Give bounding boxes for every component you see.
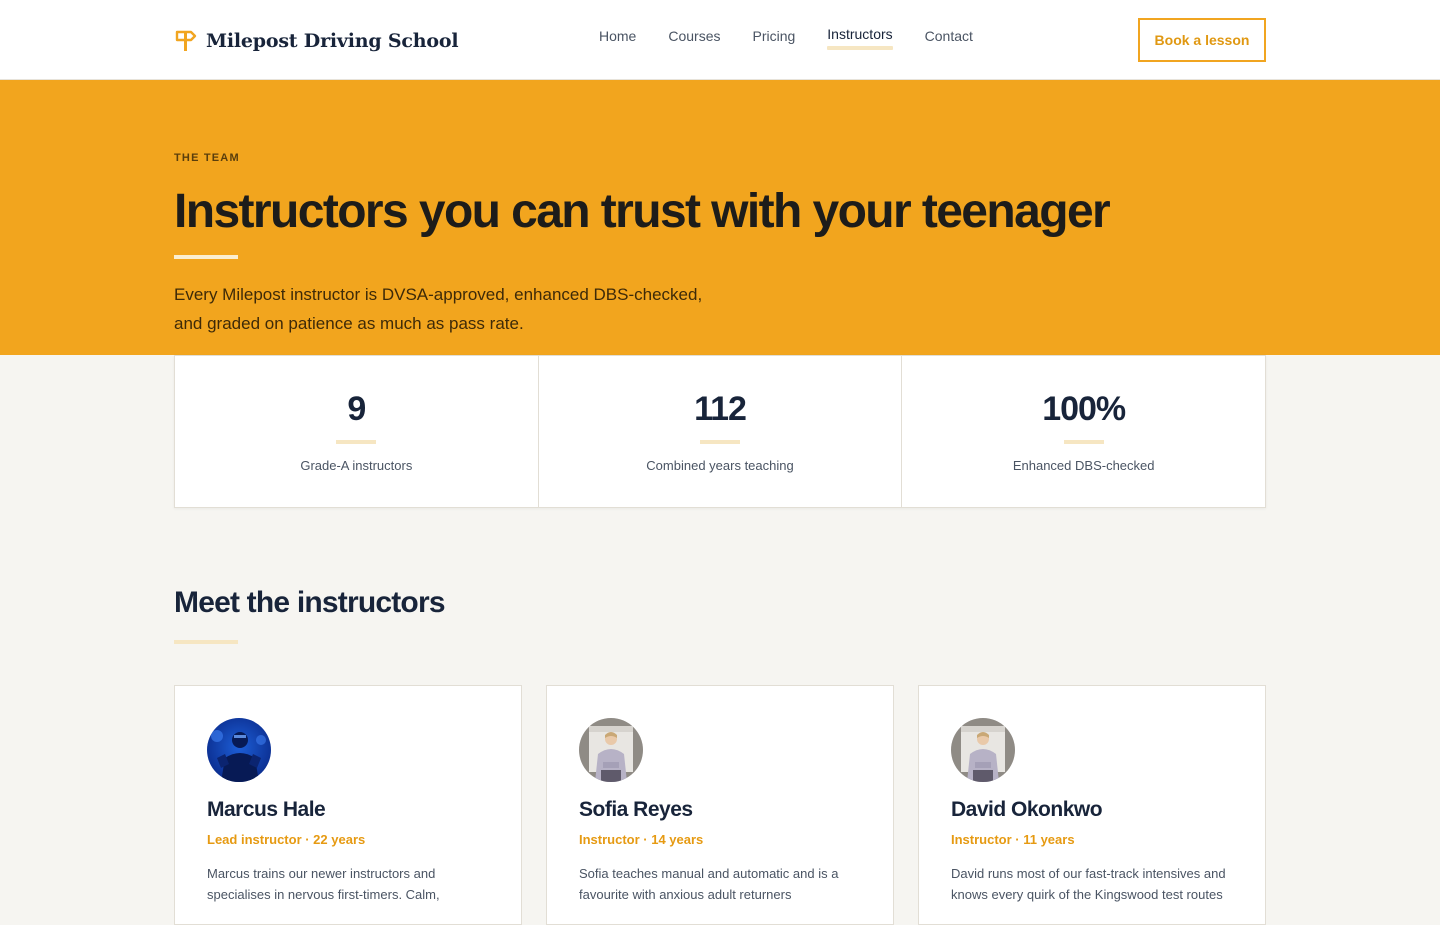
avatar [579, 718, 643, 782]
stat-divider [336, 440, 377, 444]
avatar-photo-icon [951, 718, 1015, 782]
avatar [951, 718, 1015, 782]
stat-label: Combined years teaching [646, 458, 794, 473]
stat-divider [700, 440, 740, 444]
brand-name: Milepost Driving School [206, 30, 459, 52]
instructor-name: Marcus Hale [207, 798, 326, 821]
brand-logo[interactable]: Milepost Driving School [174, 26, 459, 56]
instructor-card-sofia[interactable]: Sofia Reyes Instructor · 14 years Sofia … [546, 685, 894, 925]
stat-instructors: 9 Grade-A instructors [175, 356, 539, 507]
hero-subtitle-line-1: Every Milepost instructor is DVSA-approv… [174, 285, 703, 304]
stat-value: 100% [1042, 390, 1126, 428]
site-header: Milepost Driving School Home Courses Pri… [0, 0, 1440, 80]
avatar-photo-icon [207, 718, 271, 782]
stat-years: 112 Combined years teaching [539, 356, 903, 507]
hero-title: Instructors you can trust with your teen… [174, 185, 1111, 238]
stat-value: 9 [347, 390, 366, 428]
book-lesson-button[interactable]: Book a lesson [1138, 18, 1266, 62]
hero-section: THE TEAM Instructors you can trust with … [0, 80, 1440, 355]
instructor-card-marcus[interactable]: Marcus Hale Lead instructor · 22 years M… [174, 685, 522, 925]
stat-divider [1063, 440, 1104, 444]
instructor-bio: Sofia teaches manual and automatic and i… [579, 863, 869, 905]
hero-subtitle-line-2: and graded on patience as much as pass r… [174, 314, 524, 333]
bio-line-1: Sofia teaches manual and automatic and i… [579, 866, 839, 881]
bio-line-1: Marcus trains our newer instructors and [207, 866, 436, 881]
hero-eyebrow: THE TEAM [174, 152, 240, 164]
bio-line-1: David runs most of our fast-track intens… [951, 866, 1226, 881]
avatar [207, 718, 271, 782]
nav-home[interactable]: Home [599, 28, 636, 48]
nav-pricing[interactable]: Pricing [753, 28, 796, 48]
instructor-role: Instructor · 11 years [951, 832, 1075, 847]
stat-label: Enhanced DBS-checked [1012, 458, 1155, 473]
instructor-name: David Okonkwo [951, 798, 1103, 821]
hero-divider [174, 255, 238, 259]
nav-courses[interactable]: Courses [668, 28, 720, 48]
section-title: Meet the instructors [174, 586, 446, 619]
stat-label: Grade-A instructors [300, 458, 413, 473]
nav-instructors[interactable]: Instructors [827, 26, 894, 50]
instructor-name: Sofia Reyes [579, 798, 693, 821]
main-nav: Home Courses Pricing Instructors Contact [599, 26, 1005, 50]
section-divider [174, 640, 238, 644]
instructor-role: Instructor · 14 years [579, 832, 704, 847]
instructor-card-david[interactable]: David Okonkwo Instructor · 11 years Davi… [918, 685, 1266, 925]
stats-panel: 9 Grade-A instructors 112 Combined years… [174, 355, 1266, 508]
instructor-bio: Marcus trains our newer instructors and … [207, 863, 497, 905]
signpost-icon [175, 30, 197, 51]
hero-subtitle: Every Milepost instructor is DVSA-approv… [174, 280, 734, 338]
instructor-bio: David runs most of our fast-track intens… [951, 863, 1241, 905]
nav-contact[interactable]: Contact [925, 28, 973, 48]
instructor-role: Lead instructor · 22 years [207, 832, 366, 847]
stat-dbs: 100% Enhanced DBS-checked [902, 356, 1265, 507]
stat-value: 112 [694, 390, 747, 428]
avatar-photo-icon [579, 718, 643, 782]
